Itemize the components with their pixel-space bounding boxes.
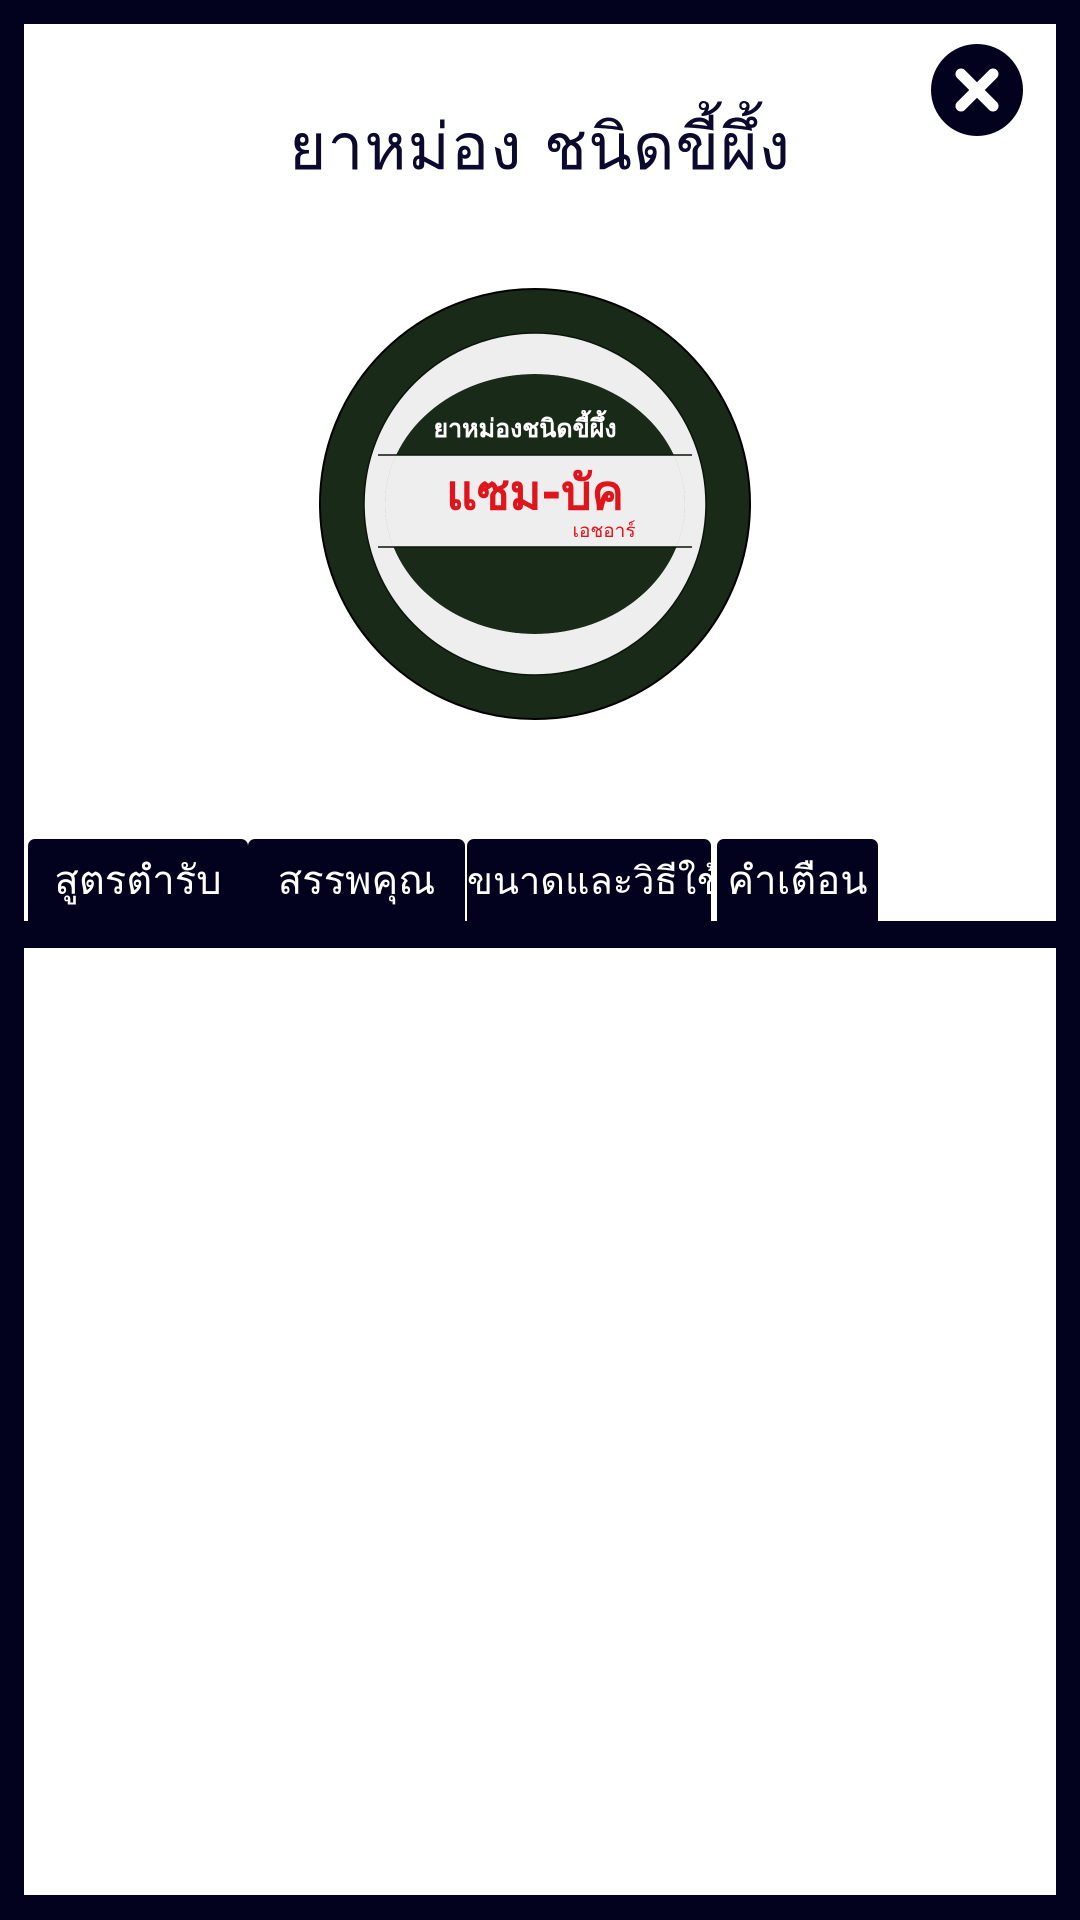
logo-hr-mark: เอชอาร์ <box>572 520 635 542</box>
page-title: ยาหม่อง ชนิดขี้ผึ้ง <box>288 111 792 185</box>
logo-brand-name: แซม-บัค <box>446 465 624 521</box>
tab-formula[interactable]: สูตรตำรับ <box>28 839 248 921</box>
close-button[interactable] <box>931 44 1023 136</box>
tab-dosage-usage[interactable]: ขนาดและวิธีใช้ <box>467 839 711 921</box>
close-icon <box>955 68 999 112</box>
tab-indications[interactable]: สรรพคุณ <box>248 839 465 921</box>
logo-subtitle: ยาหม่องชนิดขี้ผึ้ง <box>433 409 616 443</box>
tab-content-panel <box>24 948 1056 1895</box>
tab-warnings[interactable]: คำเตือน <box>717 839 878 921</box>
product-logo: ยาหม่องชนิดขี้ผึ้ง แซม-บัค เอชอาร์ <box>319 288 751 720</box>
